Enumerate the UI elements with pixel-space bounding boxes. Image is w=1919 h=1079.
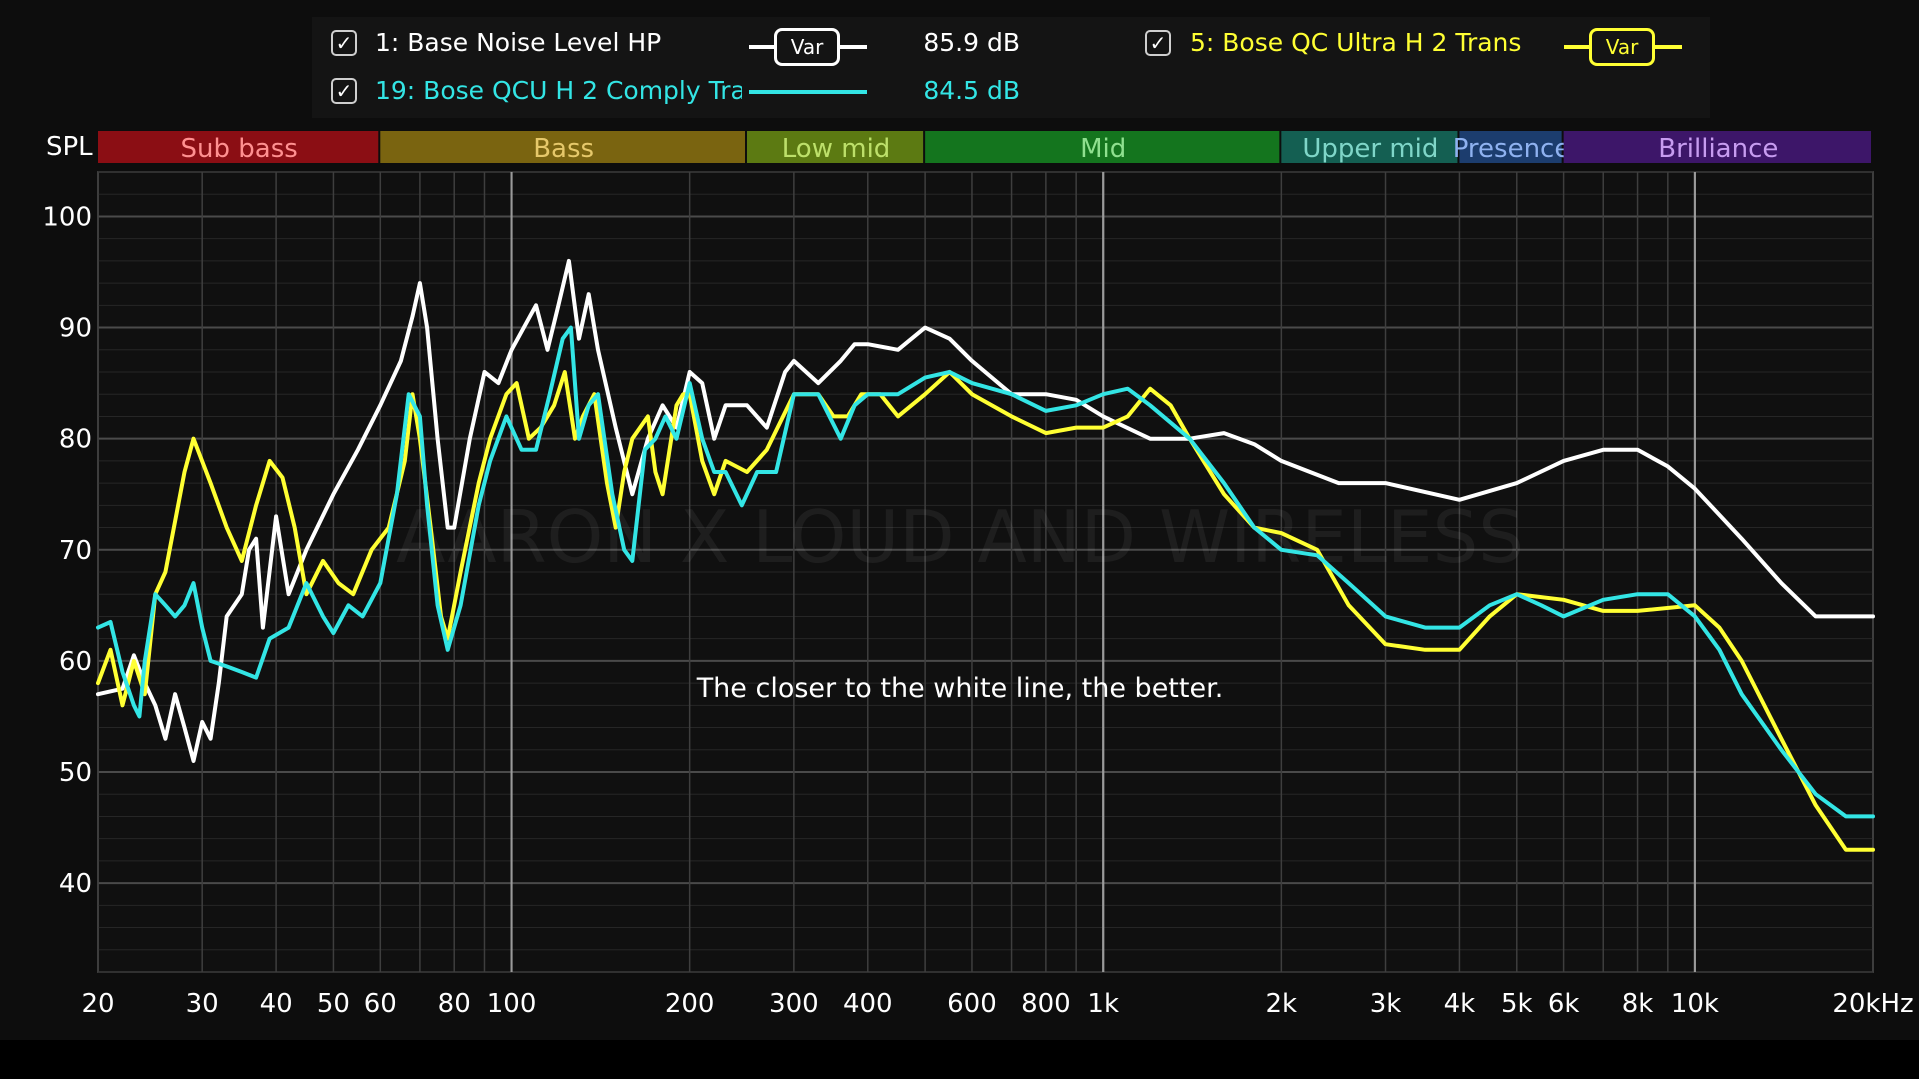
- x-tick-label: 100: [487, 989, 537, 1019]
- y-tick-label: 40: [59, 869, 92, 899]
- x-tick-label: 5k: [1501, 989, 1533, 1019]
- y-tick-label: 70: [59, 536, 92, 566]
- band-label-5: Presence: [1453, 134, 1571, 164]
- legend-label-1: 1: Base Noise Level HP: [375, 28, 662, 57]
- x-tick-label: 50: [317, 989, 350, 1019]
- legend-value-19: 84.5 dB: [923, 76, 1020, 105]
- var-button-1[interactable]: Var: [774, 28, 840, 66]
- x-tick-label: 600: [947, 989, 997, 1019]
- x-tick-label: 8k: [1622, 989, 1654, 1019]
- x-tick-label: 4k: [1444, 989, 1476, 1019]
- band-label-1: Bass: [533, 134, 594, 164]
- y-axis-label: SPL: [46, 132, 93, 162]
- checkbox-series-19[interactable]: ✓: [331, 78, 357, 104]
- x-tick-label: 20kHz: [1832, 989, 1913, 1019]
- x-tick-label: 1k: [1087, 989, 1119, 1019]
- y-tick-label: 90: [59, 314, 92, 344]
- frequency-response-chart: Sub bass Bass Low mid Mid Upper mid Presence B…: [0, 0, 1919, 1040]
- legend-label-5: 5: Bose QC Ultra H 2 Trans: [1190, 28, 1522, 57]
- checkbox-series-1[interactable]: ✓: [331, 30, 357, 56]
- x-tick-label: 800: [1021, 989, 1071, 1019]
- chart-annotation: The closer to the white line, the better…: [696, 673, 1224, 704]
- x-tick-label: 20: [81, 989, 114, 1019]
- watermark: AARON X LOUD AND WIRELESS: [396, 495, 1524, 579]
- y-tick-label: 50: [59, 758, 92, 788]
- frequency-bands: Sub bass Bass Low mid Mid Upper mid Presence B…: [98, 131, 1871, 164]
- legend-label-19: 19: Bose QCU H 2 Comply Trar: [375, 76, 742, 105]
- x-tick-label: 80: [438, 989, 471, 1019]
- checkbox-series-5[interactable]: ✓: [1145, 30, 1171, 56]
- legend-swatch-19: [749, 90, 867, 94]
- x-tick-label: 6k: [1548, 989, 1580, 1019]
- band-label-6: Brilliance: [1658, 134, 1778, 164]
- x-tick-label: 60: [364, 989, 397, 1019]
- var-button-5[interactable]: Var: [1589, 28, 1655, 66]
- x-tick-label: 300: [769, 989, 819, 1019]
- y-tick-label: 60: [59, 647, 92, 677]
- x-tick-label: 30: [186, 989, 219, 1019]
- x-tick-label: 200: [665, 989, 715, 1019]
- band-label-2: Low mid: [782, 134, 891, 164]
- x-tick-label: 3k: [1370, 989, 1402, 1019]
- x-tick-label: 400: [843, 989, 893, 1019]
- x-tick-label: 40: [260, 989, 293, 1019]
- y-tick-label: 80: [59, 425, 92, 455]
- x-tick-label: 2k: [1266, 989, 1298, 1019]
- band-label-0: Sub bass: [181, 134, 298, 164]
- bottom-bar: [0, 1040, 1919, 1079]
- y-tick-label: 100: [42, 202, 92, 232]
- band-label-3: Mid: [1080, 134, 1126, 164]
- legend: ✓ 1: Base Noise Level HP Var 85.9 dB ✓ 5…: [312, 17, 1710, 118]
- legend-value-1: 85.9 dB: [923, 28, 1020, 57]
- band-label-4: Upper mid: [1302, 134, 1438, 164]
- x-tick-label: 10k: [1671, 989, 1719, 1019]
